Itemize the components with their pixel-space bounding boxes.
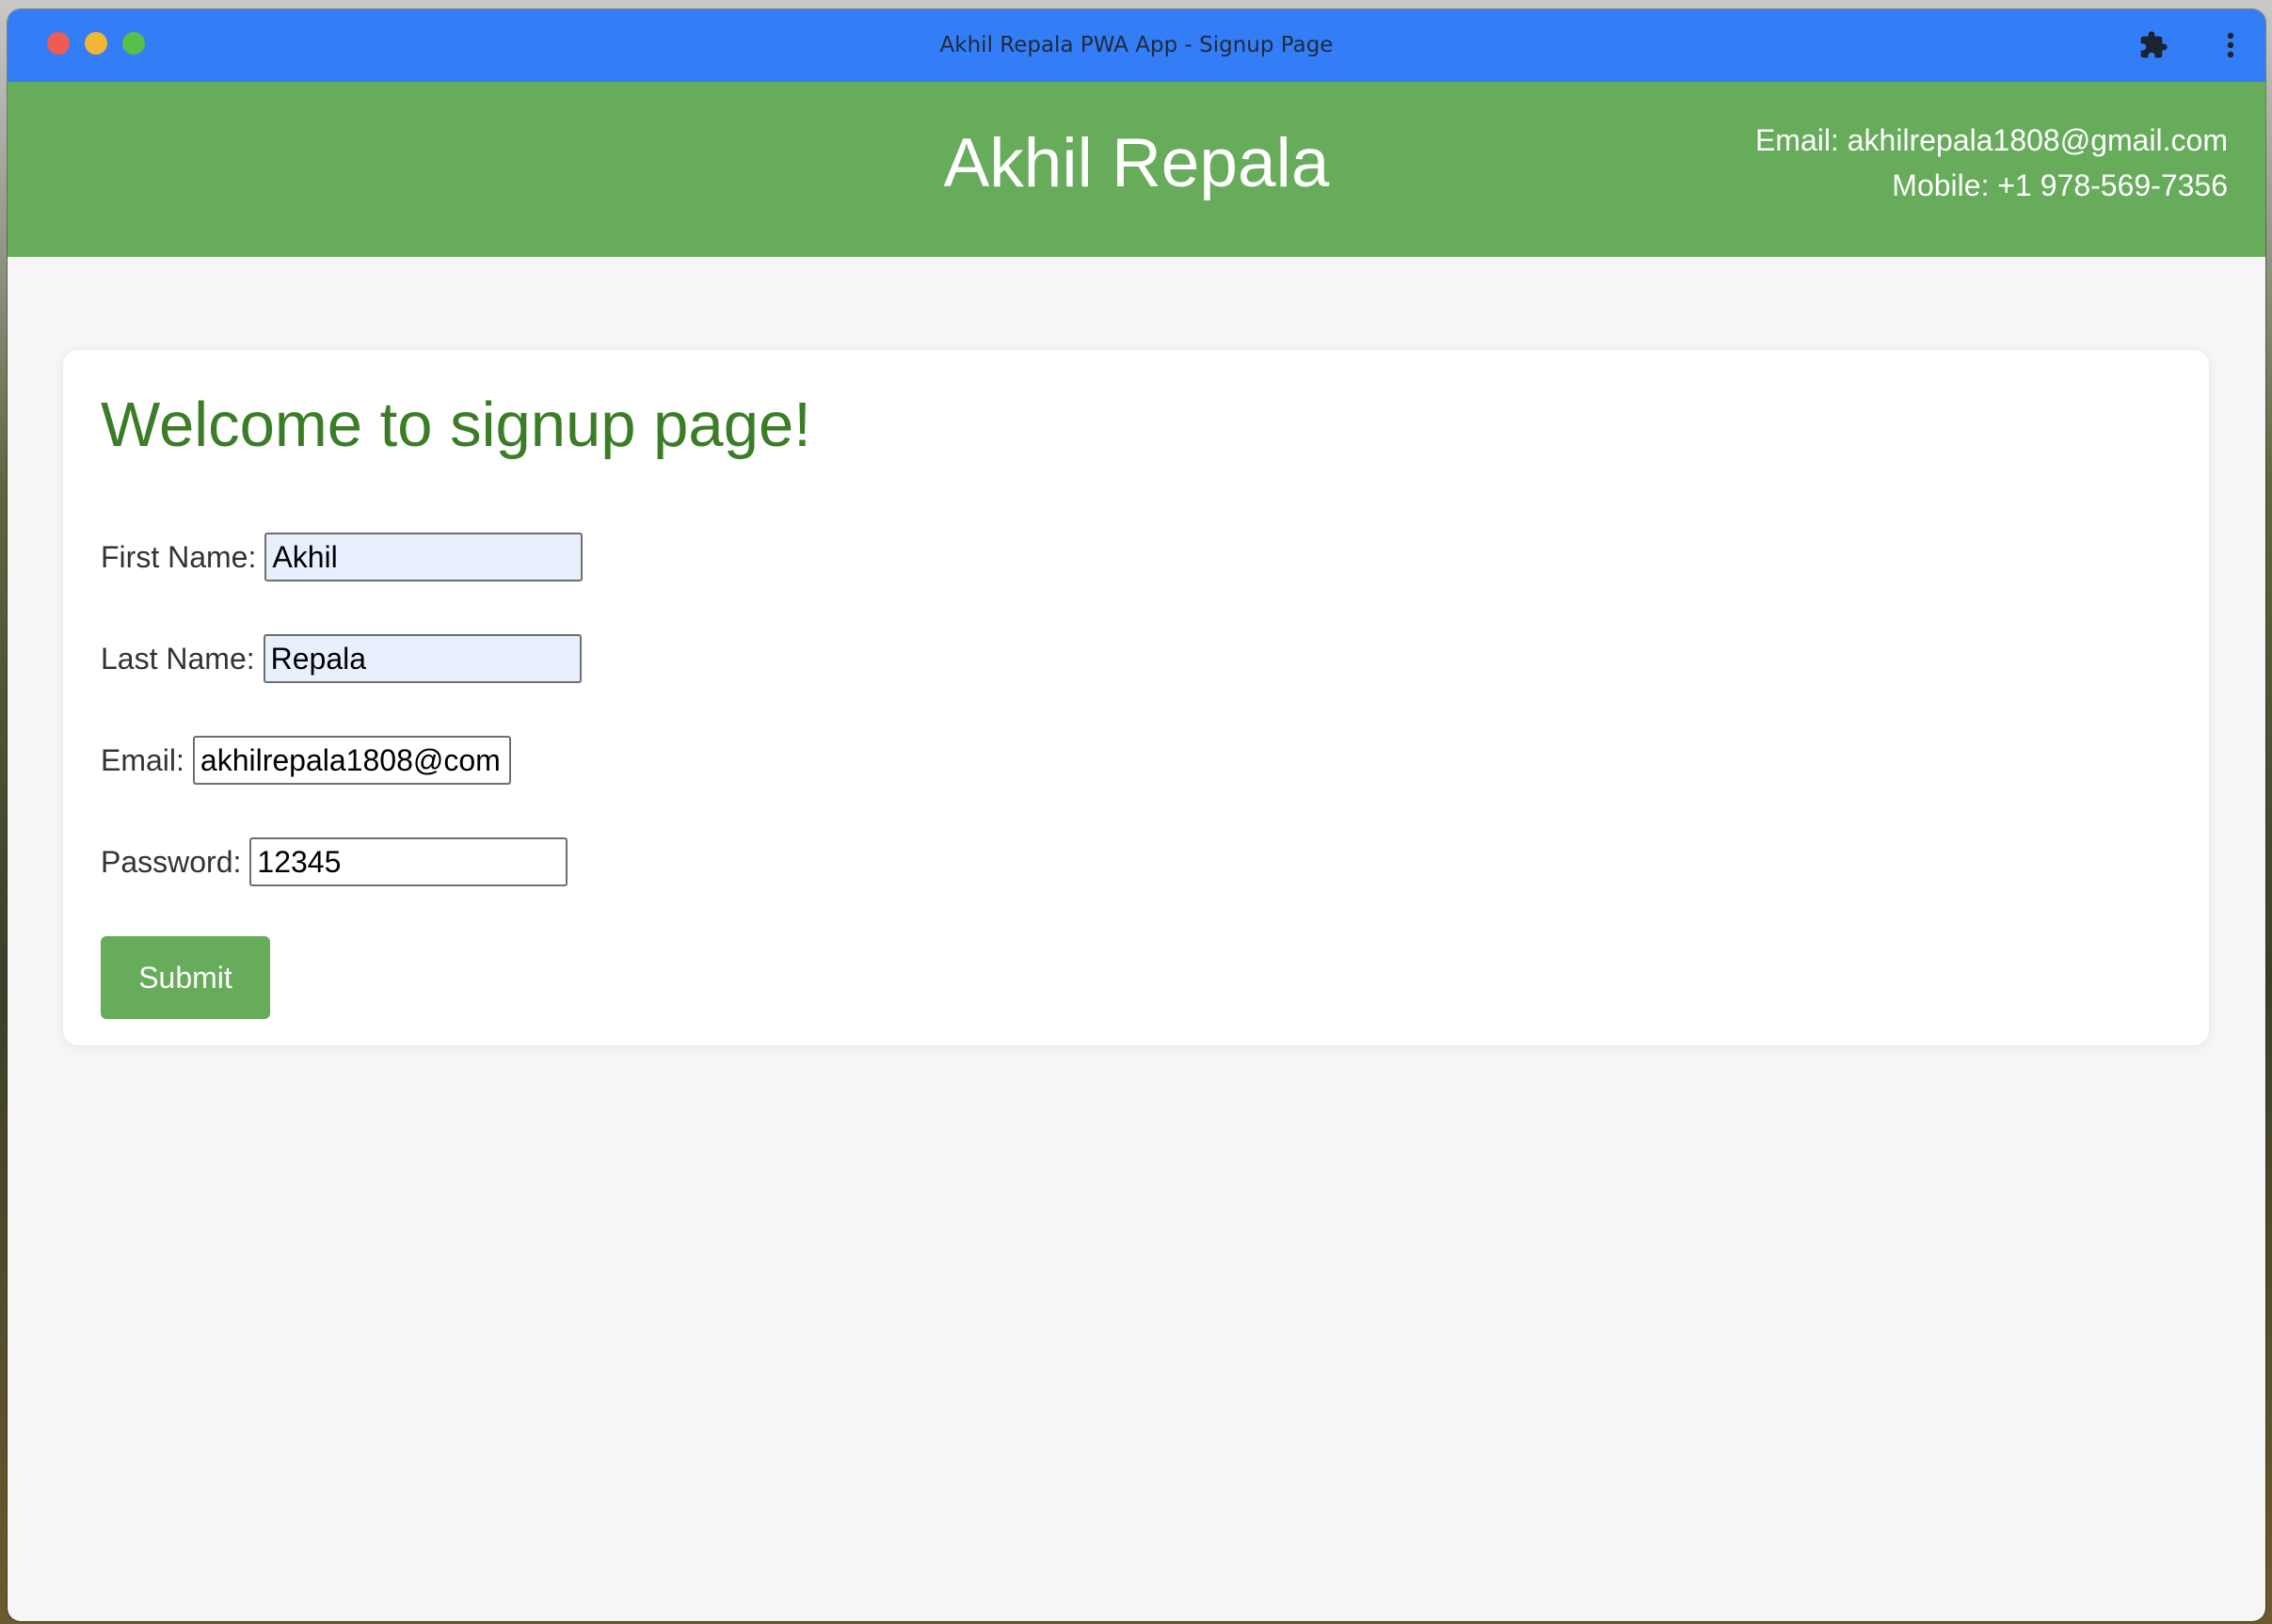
password-label: Password:	[101, 844, 242, 879]
submit-button[interactable]: Submit	[101, 936, 270, 1019]
more-vert-icon[interactable]	[2223, 28, 2238, 62]
puzzle-icon[interactable]	[2138, 30, 2168, 60]
first-name-field[interactable]	[264, 533, 584, 581]
password-row: Password:	[101, 835, 568, 889]
email-label: Email:	[101, 742, 184, 777]
window-titlebar[interactable]: Akhil Repala PWA App - Signup Page	[8, 9, 2265, 82]
last-name-field[interactable]	[263, 634, 582, 683]
app-window: Akhil Repala PWA App - Signup Page Akhil…	[8, 9, 2265, 1621]
contact-email: Email: akhilrepala1808@gmail.com	[1754, 123, 2228, 157]
signup-card: Welcome to signup page! First Name: Last…	[63, 350, 2209, 1045]
email-field[interactable]	[192, 736, 511, 785]
last-name-row: Last Name:	[101, 631, 582, 686]
last-name-label: Last Name:	[101, 641, 255, 676]
page-title: Welcome to signup page!	[101, 390, 811, 460]
window-title: Akhil Repala PWA App - Signup Page	[939, 33, 1334, 57]
email-row: Email:	[101, 733, 511, 788]
first-name-label: First Name:	[101, 539, 257, 574]
first-name-row: First Name:	[101, 530, 584, 584]
password-field[interactable]	[249, 837, 568, 886]
contact-mobile: Mobile: +1 978-569-7356	[1892, 168, 2228, 202]
site-header: Akhil Repala Email: akhilrepala1808@gmai…	[8, 82, 2265, 257]
contact-info: Email: akhilrepala1808@gmail.com Mobile:…	[1755, 118, 2228, 208]
